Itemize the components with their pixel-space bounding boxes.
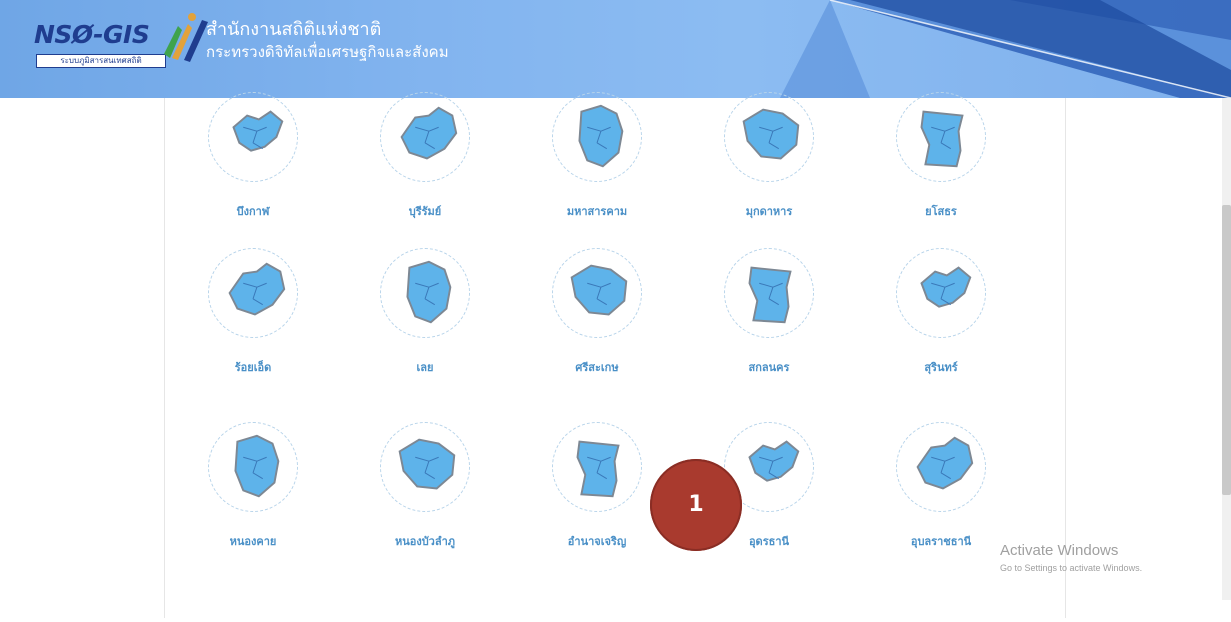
province-label[interactable]: ศรีสะเกษ: [522, 358, 672, 376]
province-map-icon[interactable]: [902, 428, 980, 506]
province-map-icon[interactable]: [558, 98, 636, 176]
province-label[interactable]: อุบลราชธานี: [866, 532, 1016, 550]
province-tile[interactable]: เลย: [350, 248, 500, 448]
province-map-icon[interactable]: [558, 254, 636, 332]
annotation-badge: 1: [650, 459, 742, 551]
province-map-icon[interactable]: [730, 98, 808, 176]
activate-windows-watermark: Activate Windows Go to Settings to activ…: [1000, 542, 1142, 573]
site-header: NSØ-GIS ระบบภูมิสารสนเทศสถิติ สำนักงานสถ…: [0, 0, 1231, 98]
logo-subtitle: ระบบภูมิสารสนเทศสถิติ: [36, 54, 166, 68]
province-tile[interactable]: ศรีสะเกษ: [522, 248, 672, 448]
province-label[interactable]: มหาสารคาม: [522, 202, 672, 220]
watermark-title: Activate Windows: [1000, 542, 1119, 559]
province-map-icon[interactable]: [386, 254, 464, 332]
province-tile[interactable]: สกลนคร: [694, 248, 844, 448]
province-label[interactable]: มุกดาหาร: [694, 202, 844, 220]
province-map-icon[interactable]: [558, 428, 636, 506]
province-label[interactable]: ร้อยเอ็ด: [178, 358, 328, 376]
watermark-subtitle: Go to Settings to activate Windows.: [1000, 563, 1143, 573]
province-tile[interactable]: สุรินทร์: [866, 248, 1016, 448]
province-label[interactable]: หนองคาย: [178, 532, 328, 550]
province-tile[interactable]: หนองบัวลำภู: [350, 422, 500, 622]
province-tile[interactable]: อุบลราชธานี: [866, 422, 1016, 622]
province-map-icon[interactable]: [902, 254, 980, 332]
nso-gis-logo[interactable]: NSØ-GIS ระบบภูมิสารสนเทศสถิติ: [18, 8, 208, 68]
scrollbar-thumb[interactable]: [1222, 205, 1231, 495]
province-map-icon[interactable]: [902, 98, 980, 176]
province-label[interactable]: บึงกาฬ: [178, 202, 328, 220]
province-label[interactable]: สุรินทร์: [866, 358, 1016, 376]
province-label[interactable]: สกลนคร: [694, 358, 844, 376]
province-tile[interactable]: ร้อยเอ็ด: [178, 248, 328, 448]
province-label[interactable]: เลย: [350, 358, 500, 376]
province-map-icon[interactable]: [730, 428, 808, 506]
province-label[interactable]: หนองบัวลำภู: [350, 532, 500, 550]
province-map-icon[interactable]: [214, 98, 292, 176]
province-map-icon[interactable]: [730, 254, 808, 332]
province-tile[interactable]: อำนาจเจริญ: [522, 422, 672, 622]
province-tile[interactable]: หนองคาย: [178, 422, 328, 622]
logo-text: NSØ-GIS: [34, 20, 150, 49]
logo-mark-icon: [164, 13, 208, 62]
province-map-icon[interactable]: [386, 98, 464, 176]
province-label[interactable]: อำนาจเจริญ: [522, 532, 672, 550]
ministry-name: กระทรวงดิจิทัลเพื่อเศรษฐกิจและสังคม: [206, 43, 449, 61]
province-label[interactable]: บุรีรัมย์: [350, 202, 500, 220]
province-map-icon[interactable]: [386, 428, 464, 506]
province-map-icon[interactable]: [214, 254, 292, 332]
province-label[interactable]: ยโสธร: [866, 202, 1016, 220]
organization-name: สำนักงานสถิติแห่งชาติ: [206, 19, 382, 40]
province-map-icon[interactable]: [214, 428, 292, 506]
